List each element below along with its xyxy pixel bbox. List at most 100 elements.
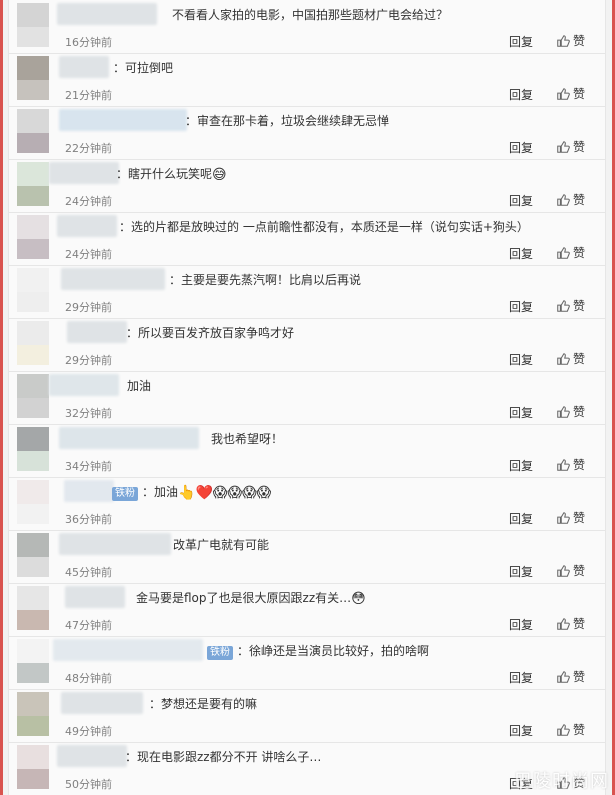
timestamp: 48分钟前 <box>65 672 112 685</box>
comment-text: ：徐峥还是当演员比较好，拍的啥啊 <box>237 644 430 658</box>
avatar[interactable] <box>17 321 49 365</box>
comment-item: 铁粉 ：加油👆❤️😱😱😱😱 36分钟前 回复 赞 <box>9 477 605 531</box>
reply-button[interactable]: 回复 <box>509 669 533 686</box>
username[interactable] <box>57 3 157 25</box>
username[interactable] <box>64 480 114 502</box>
like-button[interactable]: 赞 <box>556 615 585 632</box>
like-button[interactable]: 赞 <box>556 456 585 473</box>
avatar[interactable] <box>17 268 49 312</box>
thumbs-up-icon <box>557 511 570 524</box>
avatar[interactable] <box>17 56 49 100</box>
reply-button[interactable]: 回复 <box>509 722 533 739</box>
username[interactable] <box>65 586 125 608</box>
avatar[interactable] <box>17 533 49 577</box>
like-button[interactable]: 赞 <box>556 297 585 314</box>
thumbs-up-icon <box>557 458 570 471</box>
comment-item: ：所以要百发齐放百家争鸣才好 29分钟前 回复 赞 <box>9 318 605 372</box>
comment-item: ：梦想还是要有的嘛 49分钟前 回复 赞 <box>9 689 605 743</box>
comment-text: ：所以要百发齐放百家争鸣才好 <box>126 326 295 340</box>
timestamp: 16分钟前 <box>65 36 112 49</box>
like-label: 赞 <box>573 87 586 101</box>
like-button[interactable]: 赞 <box>556 721 585 738</box>
like-label: 赞 <box>573 193 586 207</box>
username[interactable] <box>49 374 119 396</box>
avatar[interactable] <box>17 692 49 736</box>
timestamp: 29分钟前 <box>65 354 112 367</box>
reply-button[interactable]: 回复 <box>509 298 533 315</box>
comment-item: ：选的片都是放映过的 一点前瞻性都没有，本质还是一样（说句实话+狗头） 24分钟… <box>9 212 605 266</box>
avatar[interactable] <box>17 215 49 259</box>
timestamp: 50分钟前 <box>65 778 112 791</box>
reply-button[interactable]: 回复 <box>509 33 533 50</box>
like-label: 赞 <box>573 511 586 525</box>
reply-button[interactable]: 回复 <box>509 616 533 633</box>
avatar[interactable] <box>17 374 49 418</box>
comment-text: ：梦想还是要有的嘛 <box>149 697 258 711</box>
comment-item: 改革广电就有可能 45分钟前 回复 赞 <box>9 530 605 584</box>
comment-text: 加油 <box>127 379 152 393</box>
avatar[interactable] <box>17 427 49 471</box>
like-button[interactable]: 赞 <box>556 509 585 526</box>
username[interactable] <box>59 427 199 449</box>
username[interactable] <box>67 321 127 343</box>
reply-button[interactable]: 回复 <box>509 245 533 262</box>
username[interactable] <box>61 692 143 714</box>
reply-button[interactable]: 回复 <box>509 510 533 527</box>
like-button[interactable]: 赞 <box>556 562 585 579</box>
username[interactable] <box>57 745 127 767</box>
username[interactable] <box>59 533 171 555</box>
like-button[interactable]: 赞 <box>556 32 585 49</box>
thumbs-up-icon <box>557 140 570 153</box>
like-button[interactable]: 赞 <box>556 403 585 420</box>
timestamp: 29分钟前 <box>65 301 112 314</box>
like-label: 赞 <box>573 299 586 313</box>
thumbs-up-icon <box>557 617 570 630</box>
like-label: 赞 <box>573 617 586 631</box>
thumbs-up-icon <box>557 87 570 100</box>
avatar[interactable] <box>17 480 49 524</box>
avatar[interactable] <box>17 639 49 683</box>
username[interactable] <box>59 109 187 131</box>
reply-button[interactable]: 回复 <box>509 139 533 156</box>
fan-badge: 铁粉 <box>207 646 233 660</box>
like-button[interactable]: 赞 <box>556 191 585 208</box>
comment-line: ：瞎开什么玩笑呢😅 <box>116 165 227 182</box>
thumbs-up-icon <box>557 723 570 736</box>
avatar[interactable] <box>17 586 49 630</box>
thumbs-up-icon <box>557 193 570 206</box>
username[interactable] <box>53 639 203 661</box>
like-label: 赞 <box>573 458 586 472</box>
reply-button[interactable]: 回复 <box>509 351 533 368</box>
thumbs-up-icon <box>557 246 570 259</box>
username[interactable] <box>57 215 117 237</box>
avatar[interactable] <box>17 3 49 47</box>
timestamp: 24分钟前 <box>65 195 112 208</box>
like-label: 赞 <box>573 670 586 684</box>
comment-text: 不看看人家拍的电影，中国拍那些题材广电会给过？ <box>172 8 449 22</box>
thumbs-up-icon <box>557 670 570 683</box>
like-button[interactable]: 赞 <box>556 668 585 685</box>
timestamp: 49分钟前 <box>65 725 112 738</box>
username[interactable] <box>59 56 109 78</box>
like-button[interactable]: 赞 <box>556 138 585 155</box>
avatar[interactable] <box>17 109 49 153</box>
like-button[interactable]: 赞 <box>556 350 585 367</box>
fan-badge: 铁粉 <box>112 487 138 501</box>
comment-item: 我也希望呀！ 34分钟前 回复 赞 <box>9 424 605 478</box>
like-button[interactable]: 赞 <box>556 85 585 102</box>
timestamp: 47分钟前 <box>65 619 112 632</box>
timestamp: 22分钟前 <box>65 142 112 155</box>
comment-text: ：选的片都是放映过的 一点前瞻性都没有，本质还是一样（说句实话+狗头） <box>119 220 529 234</box>
reply-button[interactable]: 回复 <box>509 457 533 474</box>
reply-button[interactable]: 回复 <box>509 563 533 580</box>
reply-button[interactable]: 回复 <box>509 86 533 103</box>
timestamp: 24分钟前 <box>65 248 112 261</box>
username[interactable] <box>61 268 165 290</box>
avatar[interactable] <box>17 162 49 206</box>
like-button[interactable]: 赞 <box>556 244 585 261</box>
reply-button[interactable]: 回复 <box>509 404 533 421</box>
avatar[interactable] <box>17 745 49 789</box>
reply-button[interactable]: 回复 <box>509 192 533 209</box>
username[interactable] <box>49 162 119 184</box>
comment-text: ：加油 <box>142 485 179 499</box>
